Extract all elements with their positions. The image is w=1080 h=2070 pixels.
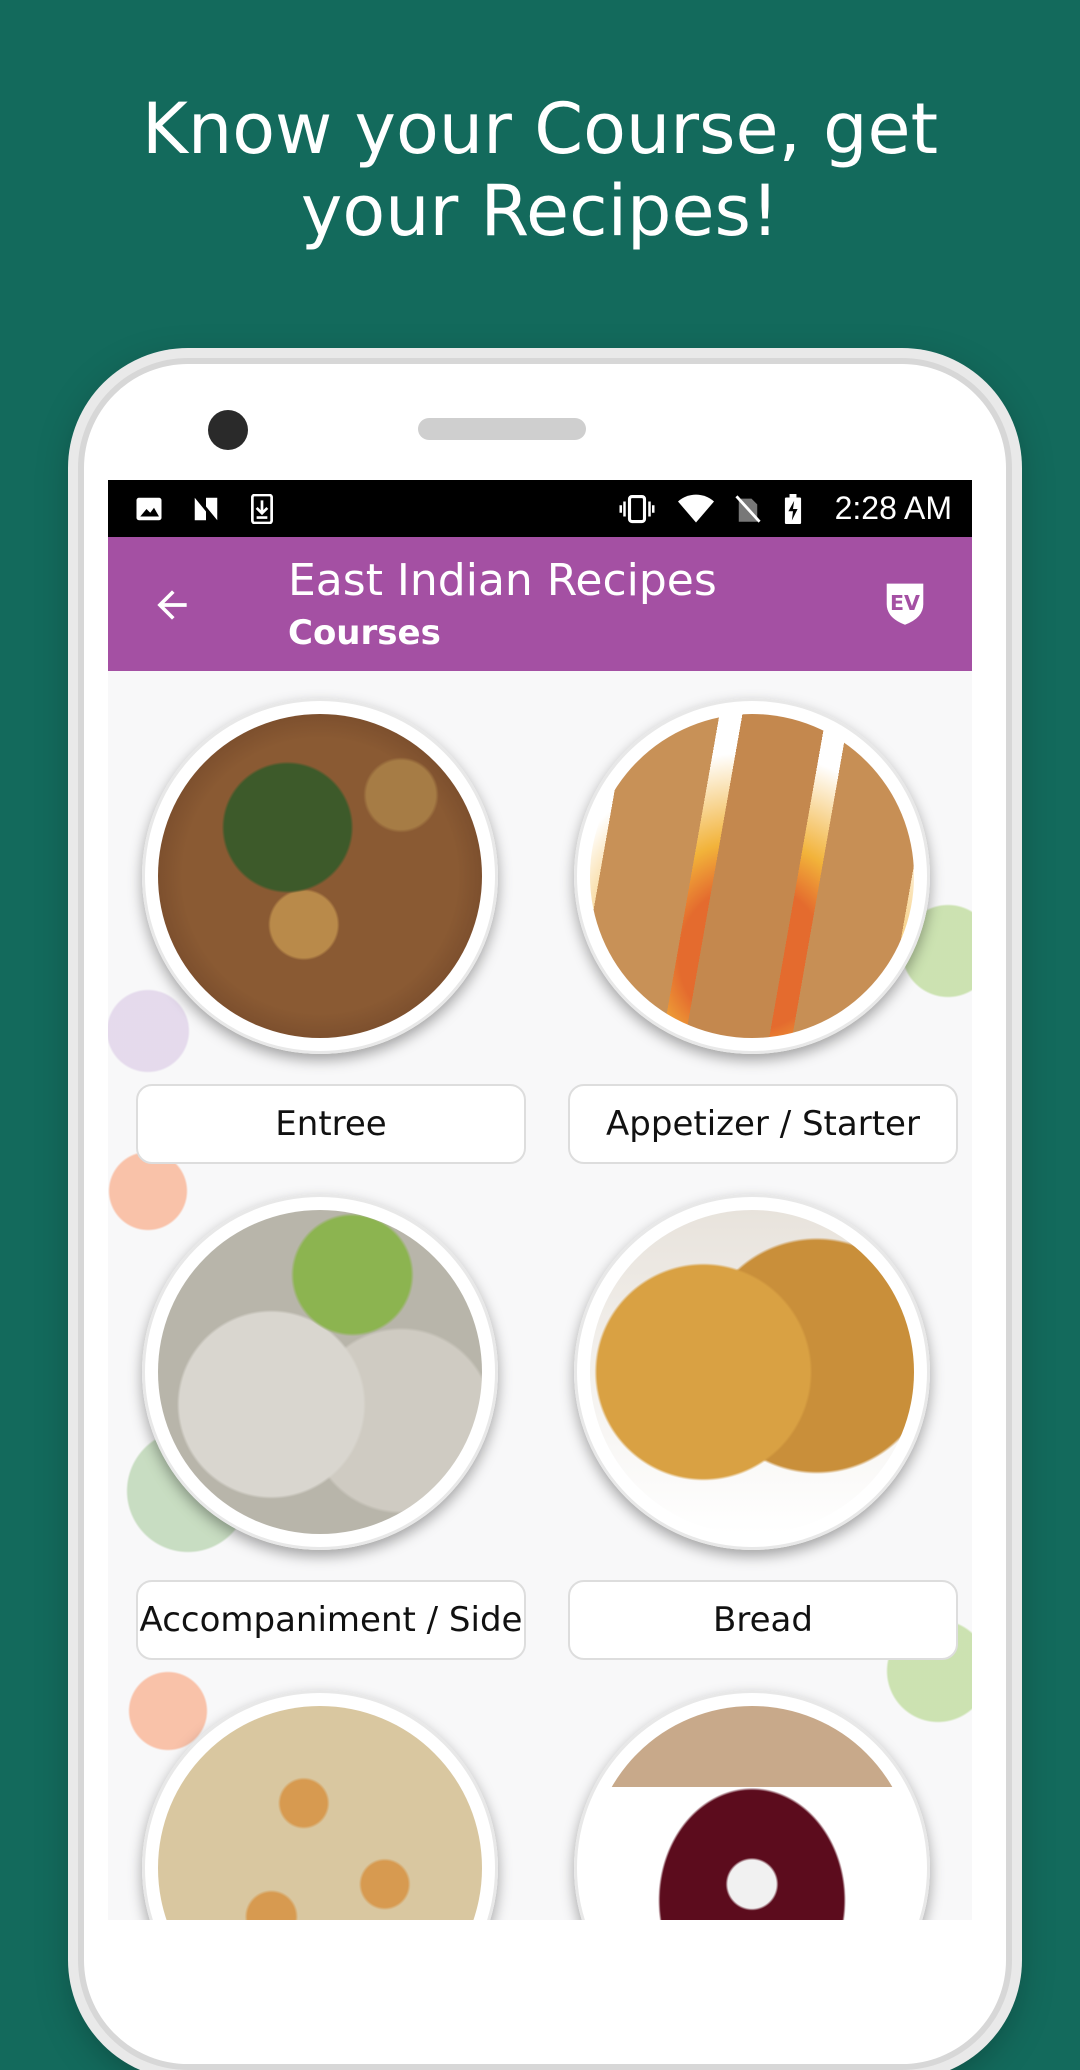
course-button-accompaniment[interactable]: Accompaniment / Side — [136, 1580, 526, 1660]
soup-photo — [590, 1706, 914, 1920]
app-bar: East Indian Recipes Courses EV — [108, 537, 972, 671]
svg-text:EV: EV — [890, 591, 920, 615]
arrow-left-icon[interactable] — [150, 583, 194, 627]
course-image-dessert[interactable] — [142, 1690, 498, 1920]
wifi-icon — [678, 494, 714, 523]
bread-photo — [590, 1210, 914, 1534]
phone-speaker — [418, 418, 586, 440]
n-icon — [194, 497, 218, 521]
app-title: East Indian Recipes — [288, 555, 717, 606]
course-image-appetizer[interactable] — [574, 698, 930, 1054]
courses-grid: Entree Appetizer / Starter Accompaniment… — [108, 671, 972, 1920]
course-image-accompaniment[interactable] — [142, 1194, 498, 1550]
dessert-photo — [158, 1706, 482, 1920]
no-sim-icon — [735, 495, 761, 523]
course-button-entree[interactable]: Entree — [136, 1084, 526, 1164]
vibrate-icon — [619, 494, 655, 524]
ev-logo-icon[interactable]: EV — [882, 579, 928, 627]
battery-charging-icon — [784, 494, 802, 524]
app-subtitle: Courses — [288, 613, 441, 653]
entree-photo — [158, 714, 482, 1038]
course-button-appetizer[interactable]: Appetizer / Starter — [568, 1084, 958, 1164]
course-image-bread[interactable] — [574, 1194, 930, 1550]
course-image-entree[interactable] — [142, 698, 498, 1054]
status-bar: 2:28 AM — [108, 480, 972, 537]
promo-headline: Know your Course, get your Recipes! — [141, 88, 939, 252]
appetizer-photo — [590, 714, 914, 1038]
phone-screen: 2:28 AM East Indian Recipes Courses EV E… — [108, 480, 972, 1920]
course-button-bread[interactable]: Bread — [568, 1580, 958, 1660]
download-icon — [251, 494, 273, 524]
phone-camera — [208, 410, 248, 450]
accompaniment-photo — [158, 1210, 482, 1534]
status-time: 2:28 AM — [834, 490, 952, 526]
image-icon — [136, 497, 162, 521]
course-image-soup[interactable] — [574, 1690, 930, 1920]
